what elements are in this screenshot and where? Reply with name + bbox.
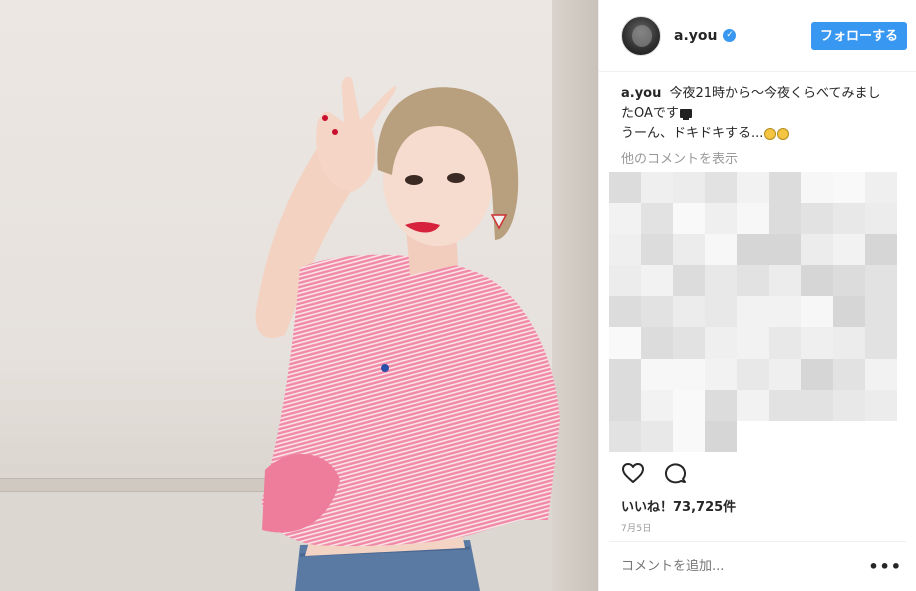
username-link[interactable]: a.you: [674, 28, 717, 44]
post-sidebar: a.you ✓ フォローする a.you 今夜21時から〜今夜くらべてみまし た…: [598, 0, 916, 591]
like-count[interactable]: いいね！73,725件: [621, 496, 736, 515]
view-all-comments-link[interactable]: 他のコメントを表示: [621, 148, 738, 167]
avatar[interactable]: [621, 15, 661, 56]
tv-emoji-icon: [679, 109, 692, 120]
comment-input[interactable]: [621, 559, 861, 574]
grin-emoji-icon: [777, 127, 790, 140]
post-date[interactable]: 7月5日: [621, 521, 652, 534]
pixelated-comments: [609, 172, 897, 452]
post-caption: a.you 今夜21時から〜今夜くらべてみまし たOAです うーん、ドキドキする…: [621, 84, 901, 144]
post-photo[interactable]: [0, 0, 598, 591]
caption-text-line2: たOAです: [621, 106, 679, 121]
comment-bar: •••: [609, 541, 906, 591]
photo-figure: [255, 76, 560, 591]
comment-icon[interactable]: [663, 462, 687, 484]
more-options-icon[interactable]: •••: [868, 558, 902, 574]
action-bar: [621, 462, 687, 484]
heart-icon[interactable]: [621, 462, 645, 484]
caption-text-line3: うーん、ドキドキする...: [621, 126, 764, 141]
follow-button[interactable]: フォローする: [810, 21, 907, 50]
verified-badge-icon: ✓: [723, 29, 737, 42]
grin-emoji-icon: [764, 127, 777, 140]
caption-text-line1: 今夜21時から〜今夜くらべてみまし: [669, 86, 881, 101]
post-header: a.you ✓ フォローする: [599, 0, 916, 72]
caption-username-link[interactable]: a.you: [621, 86, 661, 101]
